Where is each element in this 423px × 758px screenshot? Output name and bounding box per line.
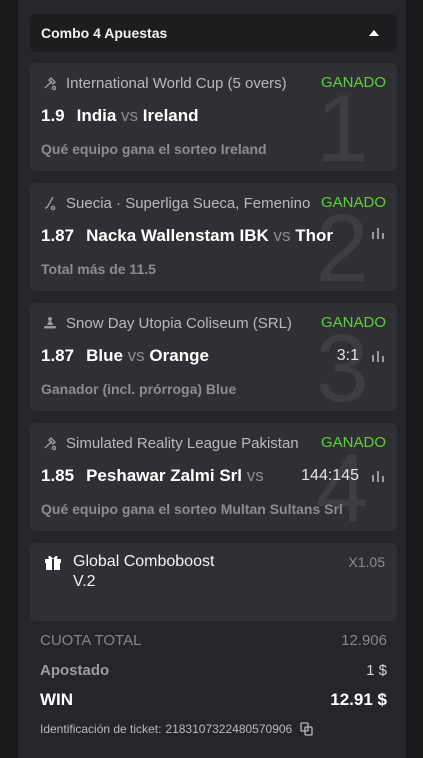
copy-icon[interactable] xyxy=(300,722,313,736)
win-value: 12.91 $ xyxy=(330,690,387,709)
vs-label: vs xyxy=(246,466,264,485)
bet-odd: 1.9 xyxy=(41,106,65,125)
match-name: India vs Ireland xyxy=(77,106,199,126)
stats-icon[interactable] xyxy=(371,470,385,482)
win-row: WIN 12.91 $ xyxy=(40,690,387,710)
total-odds-label: CUOTA TOTAL xyxy=(40,632,142,649)
cricket-icon xyxy=(44,437,57,451)
vs-label: vs xyxy=(121,106,139,125)
bet-index-number: 4 xyxy=(315,435,369,532)
ticket-id-row: Identificación de ticket: 21831073224805… xyxy=(40,722,313,736)
total-odds-row: CUOTA TOTAL 12.906 xyxy=(40,632,387,649)
status-badge: GANADO xyxy=(320,74,386,91)
away-team: Ireland xyxy=(142,106,199,125)
tournament-name: Simulated Reality League Pakistan xyxy=(66,434,299,452)
bet-card-3[interactable]: 3 Snow Day Utopia Coliseum (SRL) GANADO … xyxy=(30,303,397,411)
tournament-name: Snow Day Utopia Coliseum (SRL) xyxy=(66,314,292,332)
gift-icon xyxy=(45,555,61,570)
hockey-icon xyxy=(44,196,56,211)
match-score: 144:145 xyxy=(301,467,359,484)
total-odds-value: 12.906 xyxy=(341,632,387,649)
bet-odd: 1.87 xyxy=(41,346,75,365)
tournament-name: International World Cup (5 overs) xyxy=(66,74,287,92)
bet-odd: 1.85 xyxy=(41,466,75,485)
boost-name: Global Comboboost V.2 xyxy=(73,553,215,590)
snowboard-icon xyxy=(44,317,56,329)
bet-selection: Qué equipo gana el sorteo Ireland xyxy=(41,141,267,157)
staked-row: Apostado 1 $ xyxy=(40,662,387,679)
boost-multiplier: X1.05 xyxy=(348,554,385,570)
comboboost-card: Global Comboboost V.2 X1.05 xyxy=(30,543,397,621)
stats-icon[interactable] xyxy=(371,350,385,362)
away-team: Thor xyxy=(295,226,334,245)
status-badge: GANADO xyxy=(320,314,386,331)
win-label: WIN xyxy=(40,690,74,709)
vs-label: vs xyxy=(273,226,291,245)
away-team: Orange xyxy=(149,346,209,365)
cricket-icon xyxy=(44,77,57,91)
status-badge: GANADO xyxy=(320,194,386,211)
home-team: Nacka Wallenstam IBK xyxy=(86,226,269,245)
vs-label: vs xyxy=(127,346,145,365)
match-name: Blue vs Orange xyxy=(86,346,209,366)
home-team: India xyxy=(76,106,117,125)
match-name: Nacka Wallenstam IBK vs Thor xyxy=(86,226,333,246)
status-badge: GANADO xyxy=(320,434,386,451)
home-team: Peshawar Zalmi Srl xyxy=(86,466,242,485)
bet-selection: Qué equipo gana el sorteo Multan Sultans… xyxy=(41,501,343,517)
ticket-id: 2183107322480570906 xyxy=(165,722,293,736)
stats-icon[interactable] xyxy=(371,227,385,239)
staked-label: Apostado xyxy=(40,662,110,679)
match-score: 3:1 xyxy=(336,347,359,364)
bet-card-1[interactable]: 1 International World Cup (5 overs) GANA… xyxy=(30,63,397,171)
ticket-label: Identificación de ticket: xyxy=(40,722,162,736)
bet-card-4[interactable]: 4 Simulated Reality League Pakistan GANA… xyxy=(30,423,397,531)
combo-header[interactable]: Combo 4 Apuestas xyxy=(30,14,397,52)
collapse-caret-icon[interactable] xyxy=(369,30,379,36)
combo-title: Combo 4 Apuestas xyxy=(41,25,168,41)
home-team: Blue xyxy=(86,346,123,365)
bet-selection: Total más de 11.5 xyxy=(41,261,156,277)
bet-selection: Ganador (incl. prórroga) Blue xyxy=(41,381,237,397)
bet-odd: 1.87 xyxy=(41,226,75,245)
tournament-name: Suecia · Superliga Sueca, Femenino xyxy=(66,194,311,212)
bet-card-2[interactable]: 2 Suecia · Superliga Sueca, Femenino GAN… xyxy=(30,183,397,291)
staked-value: 1 $ xyxy=(366,662,387,679)
match-name: Peshawar Zalmi Srl vs xyxy=(86,466,264,486)
